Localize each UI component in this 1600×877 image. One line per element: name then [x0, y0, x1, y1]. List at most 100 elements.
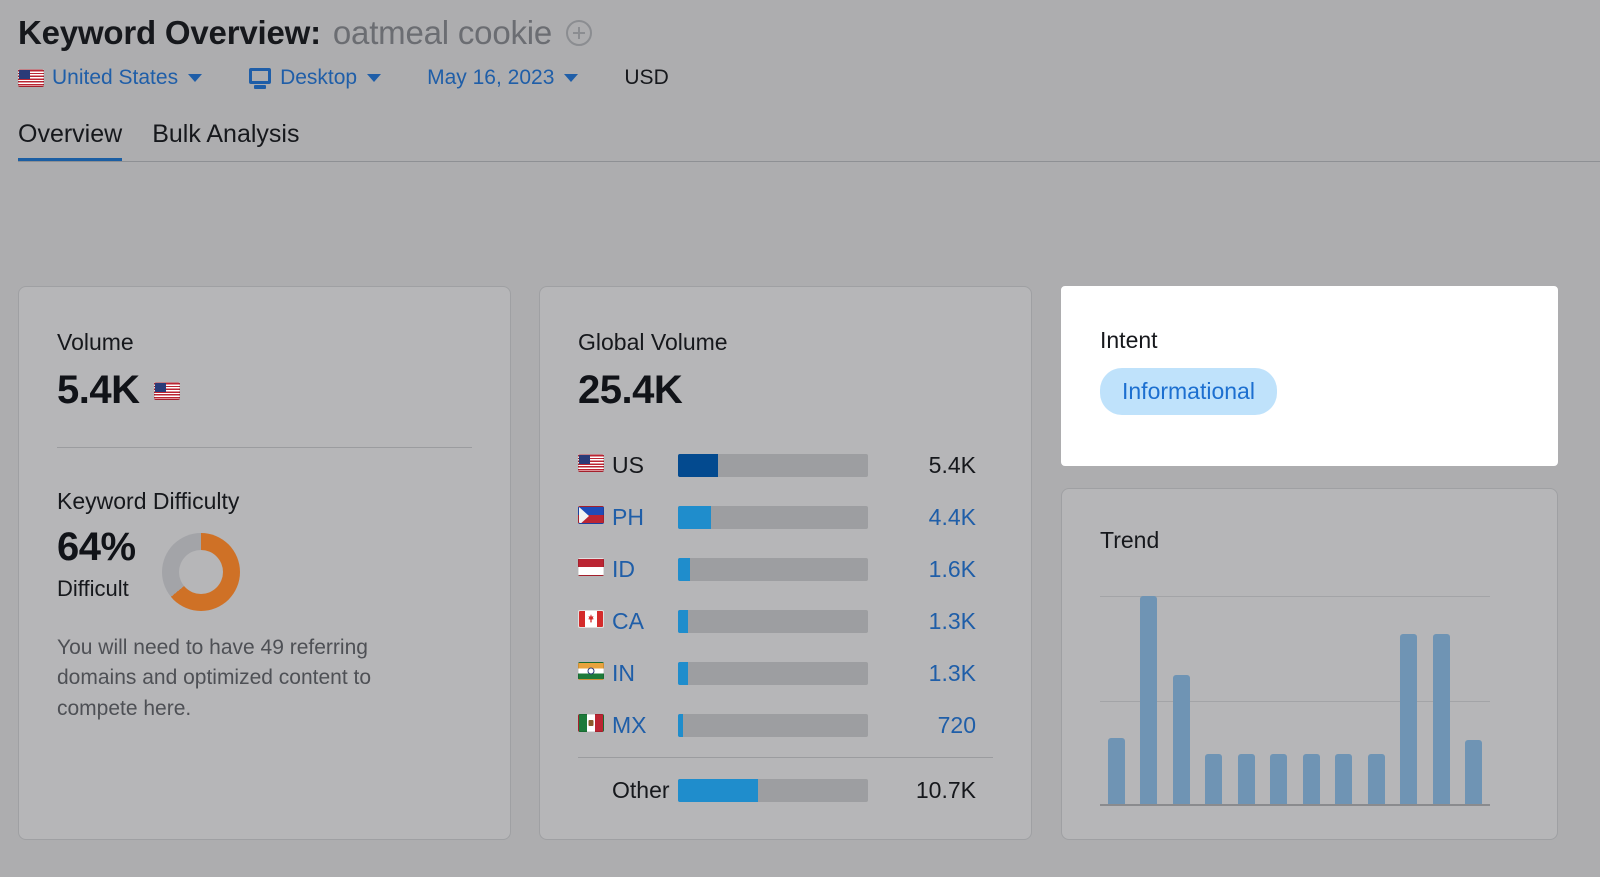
trend-bar: [1367, 754, 1385, 804]
tabs-divider: [18, 161, 1600, 162]
trend-bar-slot[interactable]: [1165, 586, 1198, 804]
trend-bar-slot[interactable]: [1230, 586, 1263, 804]
intent-card: Intent Informational: [1061, 286, 1558, 466]
trend-bar-slot[interactable]: [1133, 586, 1166, 804]
trend-bar: [1237, 754, 1255, 804]
filter-bar: United States Desktop May 16, 2023 USD: [18, 66, 1600, 90]
country-volume-bar: [678, 661, 868, 685]
keyword-difficulty-note: You will need to have 49 referring domai…: [57, 636, 372, 720]
trend-bar: [1400, 633, 1418, 804]
volume-card: Volume 5.4K Keyword Difficulty 64% Diffi…: [18, 286, 511, 840]
ca-flag-icon: [578, 609, 612, 633]
ph-flag-icon: [578, 505, 612, 529]
intent-label: Intent: [1100, 327, 1158, 353]
date-filter[interactable]: May 16, 2023: [427, 66, 579, 90]
chart-baseline: [1100, 804, 1490, 806]
country-volume-value: 1.6K: [928, 555, 976, 582]
country-volume-value: 1.3K: [928, 607, 976, 634]
volume-divider: [57, 447, 472, 448]
page-header: Keyword Overview: oatmeal cookie United …: [0, 0, 1600, 90]
trend-bar: [1432, 633, 1450, 804]
keyword-difficulty-word: Difficult: [57, 576, 129, 601]
country-filter[interactable]: United States: [18, 66, 203, 90]
global-volume-row[interactable]: CA 1.3K: [578, 595, 993, 647]
volume-value: 5.4K: [57, 368, 140, 412]
trend-bar-slot[interactable]: [1100, 586, 1133, 804]
country-code: IN: [612, 659, 635, 686]
other-volume-value: 10.7K: [915, 776, 976, 803]
global-volume-divider: [578, 757, 993, 758]
country-code: US: [612, 451, 644, 478]
trend-bar-slot[interactable]: [1263, 586, 1296, 804]
device-filter-label: Desktop: [280, 66, 358, 89]
trend-bar-slot[interactable]: [1198, 586, 1231, 804]
us-flag-icon: [578, 453, 612, 477]
cards-region: Volume 5.4K Keyword Difficulty 64% Diffi…: [18, 286, 1582, 846]
trend-bar-slot[interactable]: [1393, 586, 1426, 804]
country-code: ID: [612, 555, 635, 582]
country-volume-bar: [678, 609, 868, 633]
country-volume-bar: [678, 505, 868, 529]
country-volume-value: 720: [937, 711, 976, 738]
trend-bar: [1140, 596, 1158, 804]
other-label: Other: [612, 776, 670, 803]
chevron-down-icon: [367, 74, 382, 82]
page-title: Keyword Overview: oatmeal cookie: [18, 14, 1600, 52]
trend-bar: [1302, 754, 1320, 804]
mx-flag-icon: [578, 713, 612, 737]
trend-bar: [1172, 675, 1190, 804]
global-volume-value: 25.4K: [578, 368, 683, 412]
trend-bar: [1465, 739, 1483, 804]
trend-bar: [1335, 754, 1353, 804]
monitor-icon: [248, 67, 272, 89]
chevron-down-icon: [188, 74, 203, 82]
trend-bar-slot[interactable]: [1328, 586, 1361, 804]
keyword-difficulty-label: Keyword Difficulty: [57, 488, 240, 514]
global-volume-label: Global Volume: [578, 329, 728, 355]
trend-bar: [1107, 737, 1125, 804]
country-filter-label: United States: [52, 66, 179, 89]
in-flag-icon: [578, 661, 612, 685]
plus-circle-icon[interactable]: [566, 20, 593, 46]
trend-bar-slot[interactable]: [1360, 586, 1393, 804]
trend-bar-slot[interactable]: [1458, 586, 1491, 804]
country-volume-value: 4.4K: [928, 503, 976, 530]
global-volume-row[interactable]: MX 720: [578, 699, 993, 751]
keyword-difficulty-value: 64%: [57, 525, 136, 569]
keyword-difficulty-block: Keyword Difficulty 64% Difficult You wil…: [57, 488, 472, 724]
global-volume-row[interactable]: US 5.4K: [578, 439, 993, 491]
difficulty-donut-chart: [161, 533, 240, 611]
trend-bar-chart: [1100, 586, 1490, 806]
tab-bulk-analysis[interactable]: Bulk Analysis: [152, 120, 299, 162]
chevron-down-icon: [564, 74, 579, 82]
global-volume-list: US 5.4K PH 4.4K ID 1.6K CA 1.3K IN 1.3K MX 720 Other…: [578, 439, 993, 816]
country-code: CA: [612, 607, 644, 634]
trend-bar-slot[interactable]: [1295, 586, 1328, 804]
global-volume-row[interactable]: ID 1.6K: [578, 543, 993, 595]
volume-label: Volume: [57, 329, 134, 355]
country-volume-value: 5.4K: [928, 451, 976, 478]
global-volume-row[interactable]: PH 4.4K: [578, 491, 993, 543]
country-volume-bar: [678, 713, 868, 737]
page-title-prefix: Keyword Overview:: [18, 14, 321, 51]
country-volume-bar: [678, 453, 868, 477]
global-volume-row[interactable]: IN 1.3K: [578, 647, 993, 699]
global-volume-card: Global Volume 25.4K US 5.4K PH 4.4K ID 1.6K CA…: [539, 286, 1032, 840]
country-volume-value: 1.3K: [928, 659, 976, 686]
trend-bar: [1270, 754, 1288, 804]
global-volume-other-row: Other 10.7K: [578, 764, 993, 816]
device-filter[interactable]: Desktop: [248, 66, 382, 90]
us-flag-icon: [153, 381, 180, 400]
currency-label: USD: [624, 66, 669, 89]
volume-value-row: 5.4K: [57, 368, 472, 413]
trend-label: Trend: [1100, 527, 1160, 553]
country-volume-bar: [678, 557, 868, 581]
other-volume-bar: [678, 778, 868, 802]
trend-card: Trend: [1061, 488, 1558, 840]
tabs-bar: Overview Bulk Analysis: [0, 120, 1600, 162]
intent-badge[interactable]: Informational: [1100, 368, 1277, 415]
country-code: MX: [612, 711, 647, 738]
id-flag-icon: [578, 557, 612, 581]
tab-overview[interactable]: Overview: [18, 120, 123, 162]
trend-bar-slot[interactable]: [1425, 586, 1458, 804]
